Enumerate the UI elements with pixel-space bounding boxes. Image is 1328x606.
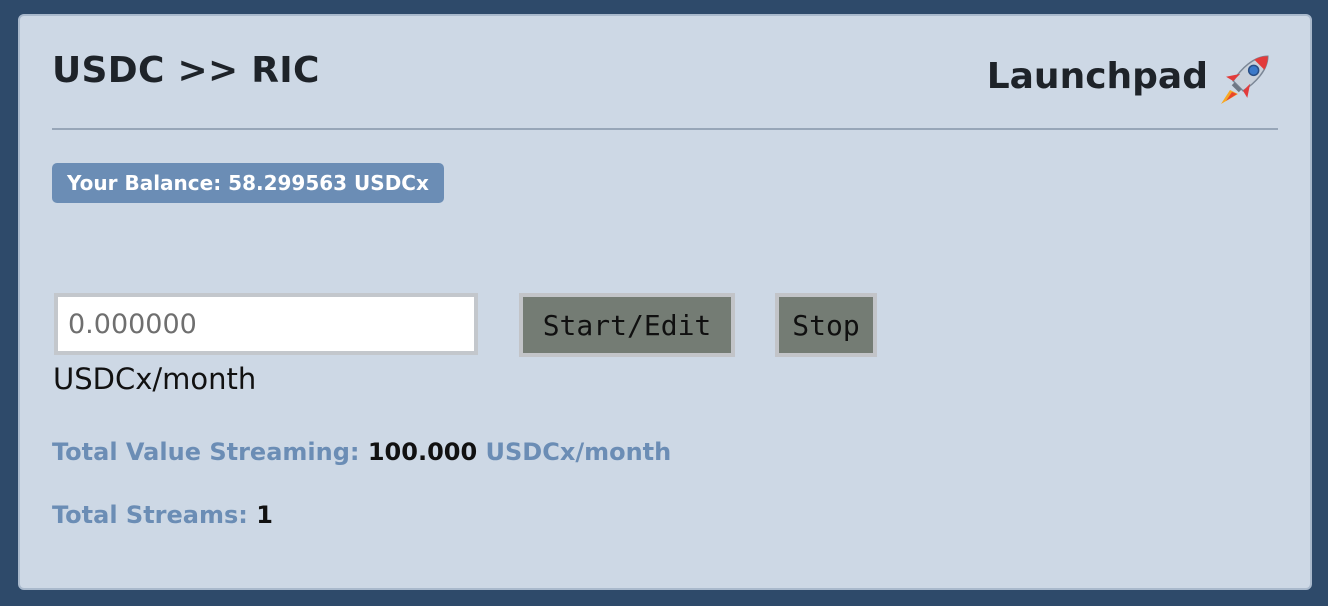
- total-value-streaming-label: Total Value Streaming:: [52, 438, 360, 466]
- launchpad-link[interactable]: Launchpad: [987, 56, 1208, 97]
- total-value-streaming: Total Value Streaming: 100.000 USDCx/mon…: [52, 438, 671, 466]
- total-value-streaming-unit: USDCx/month: [485, 438, 672, 466]
- launchpad-area: Launchpad: [987, 46, 1278, 106]
- total-streams-label: Total Streams:: [52, 501, 248, 529]
- flow-rate-input[interactable]: [54, 293, 478, 355]
- total-streams: Total Streams: 1: [52, 501, 273, 529]
- start-edit-button[interactable]: Start/Edit: [519, 293, 735, 357]
- header-divider: [52, 128, 1278, 130]
- total-streams-value: 1: [256, 501, 273, 529]
- card-header: USDC >> RIC Launchpad: [52, 46, 1278, 104]
- rocket-icon: [1218, 46, 1278, 106]
- flow-rate-unit-label: USDCx/month: [53, 362, 257, 396]
- balance-badge: Your Balance: 58.299563 USDCx: [52, 163, 444, 203]
- market-pair-title: USDC >> RIC: [52, 50, 320, 91]
- exchange-card: USDC >> RIC Launchpad Your Balance: 58.2…: [18, 14, 1312, 590]
- stop-button[interactable]: Stop: [775, 293, 877, 357]
- total-value-streaming-value: 100.000: [367, 438, 478, 466]
